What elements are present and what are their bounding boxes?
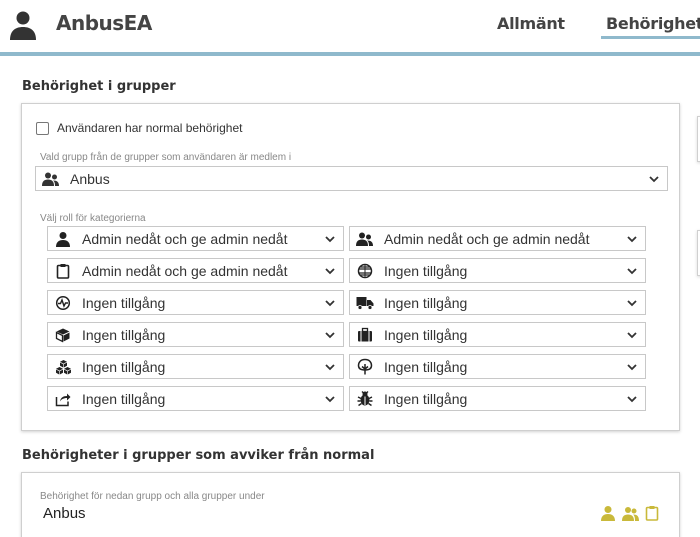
chevron-down-icon <box>627 299 637 306</box>
clipboard-icon <box>53 263 73 279</box>
role-select[interactable]: Admin nedåt och ge admin nedåt <box>47 258 344 283</box>
header-divider <box>0 52 700 56</box>
tab-behorighet[interactable]: Behörighet <box>606 14 700 33</box>
role-select-value: Admin nedåt och ge admin nedåt <box>82 230 288 247</box>
app-title: AnbusEA <box>56 11 152 35</box>
role-select[interactable]: Ingen tillgång <box>47 290 344 315</box>
bug-icon <box>355 391 375 407</box>
chevron-down-icon <box>325 235 335 242</box>
role-select-value: Ingen tillgång <box>384 358 468 375</box>
role-select[interactable]: Ingen tillgång <box>349 290 646 315</box>
role-select-value: Ingen tillgång <box>82 358 166 375</box>
chevron-down-icon <box>627 363 637 370</box>
chevron-down-icon <box>325 363 335 370</box>
chevron-down-icon <box>325 299 335 306</box>
globe-icon <box>355 263 375 279</box>
normal-permission-row[interactable]: Användaren har normal behörighet <box>36 121 242 135</box>
chevron-down-icon <box>627 395 637 402</box>
group-permissions-panel: Användaren har normal behörighet Vald gr… <box>21 103 680 431</box>
role-select-value: Ingen tillgång <box>384 390 468 407</box>
chevron-down-icon <box>325 267 335 274</box>
role-select[interactable]: Ingen tillgång <box>47 354 344 379</box>
tree-icon <box>355 358 375 375</box>
user-icon <box>600 505 616 521</box>
role-select[interactable]: Ingen tillgång <box>47 322 344 347</box>
users-icon <box>41 171 61 187</box>
role-select-value: Ingen tillgång <box>384 326 468 343</box>
boxes-icon <box>53 359 73 375</box>
role-select-value: Admin nedåt och ge admin nedåt <box>384 230 590 247</box>
users-icon <box>622 505 639 521</box>
abnormal-item-label: Behörighet för nedan grupp och alla grup… <box>40 491 265 502</box>
roles-label: Välj roll för kategorierna <box>40 213 146 224</box>
chevron-down-icon <box>627 331 637 338</box>
role-select[interactable]: Admin nedåt och ge admin nedåt <box>47 226 344 251</box>
chevron-down-icon <box>627 235 637 242</box>
chevron-down-icon <box>325 331 335 338</box>
chevron-down-icon <box>649 175 659 182</box>
role-select-value: Ingen tillgång <box>384 262 468 279</box>
abnormal-permissions-panel: Behörighet för nedan grupp och alla grup… <box>21 472 680 537</box>
group-select-value: Anbus <box>70 170 110 187</box>
role-select-value: Ingen tillgång <box>82 390 166 407</box>
box-icon <box>53 327 73 343</box>
chevron-down-icon <box>627 267 637 274</box>
users-icon <box>355 231 375 247</box>
role-select[interactable]: Ingen tillgång <box>349 258 646 283</box>
role-select[interactable]: Ingen tillgång <box>349 386 646 411</box>
role-select[interactable]: Ingen tillgång <box>349 322 646 347</box>
user-icon <box>53 231 73 247</box>
role-select[interactable]: Ingen tillgång <box>349 354 646 379</box>
role-select[interactable]: Ingen tillgång <box>47 386 344 411</box>
heartbeat-icon <box>53 295 73 311</box>
abnormal-item-value: Anbus <box>43 505 86 522</box>
role-select-value: Ingen tillgång <box>384 294 468 311</box>
normal-permission-checkbox[interactable] <box>36 121 49 135</box>
group-select-label: Vald grupp från de grupper som användare… <box>40 152 292 163</box>
clipboard-icon <box>645 505 659 521</box>
share-icon <box>53 391 73 407</box>
role-select-value: Admin nedåt och ge admin nedåt <box>82 262 288 279</box>
section-title-group-permissions: Behörighet i grupper <box>22 79 176 94</box>
tab-allmant[interactable]: Allmänt <box>497 14 565 33</box>
section-title-abnormal-permissions: Behörigheter i grupper som avviker från … <box>22 448 375 463</box>
chevron-down-icon <box>325 395 335 402</box>
app-header: AnbusEA Allmänt Behörighet <box>0 0 700 52</box>
suitcase-icon <box>355 327 375 343</box>
truck-icon <box>355 295 375 311</box>
normal-permission-label: Användaren har normal behörighet <box>57 121 243 135</box>
legend-icons <box>600 505 659 521</box>
user-avatar-icon <box>10 11 36 40</box>
role-select-value: Ingen tillgång <box>82 294 166 311</box>
active-tab-indicator <box>601 36 700 39</box>
role-select[interactable]: Admin nedåt och ge admin nedåt <box>349 226 646 251</box>
group-select[interactable]: Anbus <box>35 166 668 191</box>
role-select-value: Ingen tillgång <box>82 326 166 343</box>
